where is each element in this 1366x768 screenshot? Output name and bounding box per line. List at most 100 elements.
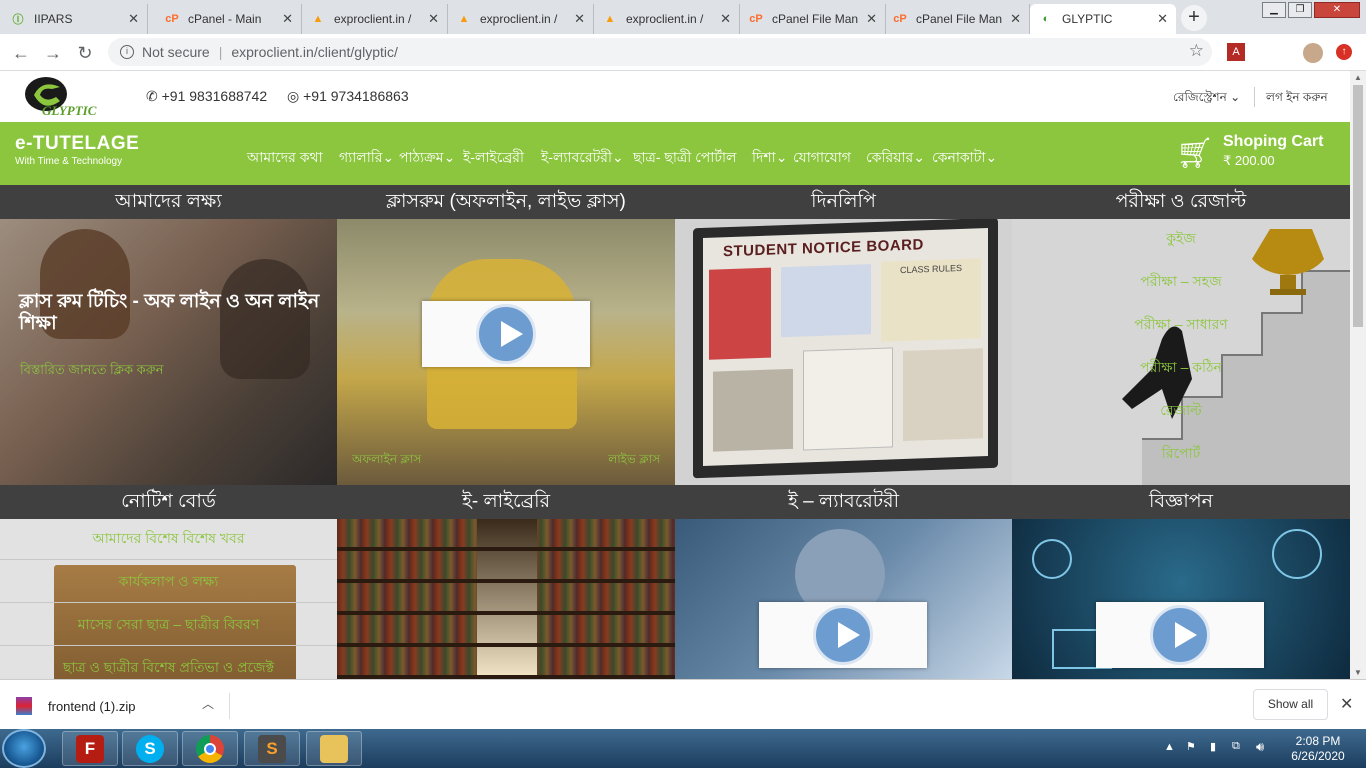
exam-link-hard[interactable]: পরীক্ষা – কঠিন: [1012, 356, 1350, 380]
menu-item-disha[interactable]: দিশা⌄: [752, 146, 787, 170]
scroll-up-icon[interactable]: ▲: [1354, 73, 1362, 82]
live-class-link[interactable]: লাইভ ক্লাস: [608, 451, 660, 471]
site-logo[interactable]: GLYPTIC: [22, 75, 118, 121]
update-icon[interactable]: ↑: [1336, 44, 1352, 60]
url-bar[interactable]: i Not secure | exproclient.in/client/gly…: [108, 38, 1212, 66]
notice-link-activities[interactable]: কার্যকলাপ ও লক্ষ্য: [0, 570, 337, 594]
exam-link-quiz[interactable]: কুইজ: [1012, 227, 1350, 251]
tile-our-goal[interactable]: আমাদের লক্ষ্য ক্লাস রুম টিচিং - অফ লাইন …: [0, 185, 337, 485]
video-player[interactable]: [1096, 602, 1264, 668]
tile-notice-board[interactable]: নোটিশ বোর্ড আমাদের বিশেষ বিশেষ খবর কার্য…: [0, 485, 337, 679]
window-close-button[interactable]: ✕: [1314, 2, 1360, 18]
close-icon[interactable]: ✕: [574, 11, 585, 27]
scrollbar-thumb[interactable]: [1353, 85, 1363, 327]
menu-item-shopping[interactable]: কেনাকাটা⌄: [932, 146, 997, 170]
maximize-button[interactable]: ❐: [1288, 2, 1312, 18]
download-item[interactable]: frontend (1).zip ︿: [16, 693, 230, 719]
phone-icon: ✆: [146, 88, 158, 104]
menu-item-career[interactable]: কেরিয়ার⌄: [866, 146, 925, 170]
whatsapp-contact[interactable]: ◎ +91 9734186863: [287, 88, 409, 105]
notice-link-talent[interactable]: ছাত্র ও ছাত্রীর বিশেষ প্রতিভা ও প্রজেক্ট: [0, 656, 337, 679]
divider: [0, 645, 337, 646]
details-link[interactable]: বিস্তারিত জানতে ক্লিক করুন: [20, 361, 164, 382]
notice-link-best-student[interactable]: মাসের সেরা ছাত্র – ছাত্রীর বিবরণ: [0, 613, 337, 637]
close-icon[interactable]: ✕: [866, 11, 877, 27]
menu-item-curriculum[interactable]: পাঠ্যক্রম⌄: [399, 146, 455, 170]
exam-link-easy[interactable]: পরীক্ষা – সহজ: [1012, 270, 1350, 294]
chevron-up-icon[interactable]: ︿: [202, 695, 214, 712]
browser-tab[interactable]: ▲ exproclient.in / ✕: [448, 4, 594, 34]
close-icon[interactable]: ✕: [128, 11, 139, 27]
reload-icon[interactable]: ↻: [74, 42, 96, 64]
offline-class-link[interactable]: অফলাইন ক্লাস: [352, 451, 421, 471]
tile-exam-result[interactable]: পরীক্ষা ও রেজাল্ট কুইজ পরীক্ষা – সহজ পরী…: [1012, 185, 1350, 485]
board-poster: [903, 348, 983, 441]
taskbar-skype[interactable]: S: [122, 731, 178, 766]
minimize-button[interactable]: ▁: [1262, 2, 1286, 18]
new-tab-button[interactable]: +: [1181, 5, 1207, 31]
clock[interactable]: 2:08 PM 6/26/2020: [1286, 734, 1350, 764]
sync-icon[interactable]: ⧉: [1232, 740, 1240, 753]
video-player[interactable]: [422, 301, 590, 367]
notice-link-news[interactable]: আমাদের বিশেষ বিশেষ খবর: [0, 527, 337, 551]
close-icon[interactable]: ✕: [282, 11, 293, 27]
tile-title: ই- লাইব্রেরি: [337, 485, 675, 519]
registration-link[interactable]: রেজিস্ট্রেশন ⌄: [1173, 89, 1240, 109]
exam-link-result[interactable]: রেজাল্ট: [1012, 399, 1350, 423]
browser-tab[interactable]: ▲ exproclient.in / ✕: [302, 4, 448, 34]
close-icon[interactable]: ✕: [720, 11, 731, 27]
video-player[interactable]: [759, 602, 927, 668]
phone-contact[interactable]: ✆ +91 9831688742: [146, 88, 267, 105]
taskbar-filezilla[interactable]: F: [62, 731, 118, 766]
menu-item-student-portal[interactable]: ছাত্র- ছাত্রী পোর্টাল: [633, 146, 736, 170]
taskbar-chrome[interactable]: [182, 731, 238, 766]
brand-block[interactable]: e-TUTELAGE With Time & Technology: [15, 133, 139, 167]
close-icon[interactable]: ✕: [1340, 694, 1353, 714]
close-icon[interactable]: ✕: [1157, 11, 1168, 27]
menu-item-contact[interactable]: যোগাযোগ: [793, 146, 851, 170]
start-button[interactable]: [2, 729, 46, 768]
menu-item-gallery[interactable]: গ্যালারি⌄: [339, 146, 394, 170]
login-link[interactable]: লগ ইন করুন: [1266, 89, 1328, 109]
bookmark-star-icon[interactable]: ☆: [1189, 41, 1204, 61]
forward-icon[interactable]: →: [42, 42, 64, 64]
taskbar-explorer[interactable]: [306, 731, 362, 766]
browser-tab[interactable]: ▲ exproclient.in / ✕: [594, 4, 740, 34]
show-all-button[interactable]: Show all: [1253, 689, 1328, 720]
menu-item-about[interactable]: আমাদের কথা: [247, 146, 323, 170]
close-icon[interactable]: ✕: [1010, 11, 1021, 27]
exam-link-report[interactable]: রিপোর্ট: [1012, 442, 1350, 466]
back-icon[interactable]: ←: [10, 42, 32, 64]
registration-label: রেজিস্ট্রেশন: [1173, 90, 1227, 104]
volume-icon[interactable]: 🔊︎: [1256, 739, 1264, 755]
menu-item-elibrary[interactable]: ই-লাইব্রেরী: [463, 146, 524, 170]
taskbar-sublime[interactable]: S: [244, 731, 300, 766]
network-icon[interactable]: ▮: [1210, 740, 1216, 753]
tab-label: cPanel - Main: [188, 12, 262, 26]
browser-tab[interactable]: cP cPanel - Main ✕: [156, 4, 302, 34]
info-icon[interactable]: i: [120, 45, 134, 59]
browser-tab[interactable]: Ⓘ IIPARS ✕: [2, 4, 148, 34]
board-heading: STUDENT NOTICE BOARD: [723, 236, 924, 261]
browser-tab-active[interactable]: ◐ GLYPTIC ✕: [1030, 4, 1176, 34]
tile-elibrary[interactable]: ই- লাইব্রেরি: [337, 485, 675, 679]
tile-classroom[interactable]: ক্লাসরুম (অফলাইন, লাইভ ক্লাস) অফলাইন ক্ল…: [337, 185, 675, 485]
tile-diary[interactable]: দিনলিপি STUDENT NOTICE BOARD CLASS RULES: [675, 185, 1012, 485]
tray-expand-icon[interactable]: ▲: [1164, 741, 1175, 753]
tab-label: GLYPTIC: [1062, 12, 1113, 26]
browser-tab[interactable]: cP cPanel File Man ✕: [740, 4, 886, 34]
exam-link-general[interactable]: পরীক্ষা – সাধারণ: [1012, 313, 1350, 337]
tile-elab[interactable]: ই – ল্যাবরেটরী: [675, 485, 1012, 679]
close-icon[interactable]: ✕: [428, 11, 439, 27]
site-top-bar: GLYPTIC ✆ +91 9831688742 ◎ +91 973418686…: [0, 71, 1350, 122]
browser-tab[interactable]: cP cPanel File Man ✕: [884, 4, 1030, 34]
tile-ads[interactable]: বিজ্ঞাপন: [1012, 485, 1350, 679]
action-center-icon[interactable]: ⚑: [1186, 740, 1196, 753]
tile-title: ই – ল্যাবরেটরী: [675, 485, 1012, 519]
pdf-extension-icon[interactable]: A: [1227, 43, 1245, 61]
page-scrollbar[interactable]: ▲ ▼: [1350, 71, 1366, 679]
avatar[interactable]: [1303, 43, 1323, 63]
url-text: exproclient.in/client/glyptic/: [231, 44, 398, 60]
menu-item-elab[interactable]: ই-ল্যাবরেটরী⌄: [541, 146, 624, 170]
scroll-down-icon[interactable]: ▼: [1354, 668, 1362, 677]
